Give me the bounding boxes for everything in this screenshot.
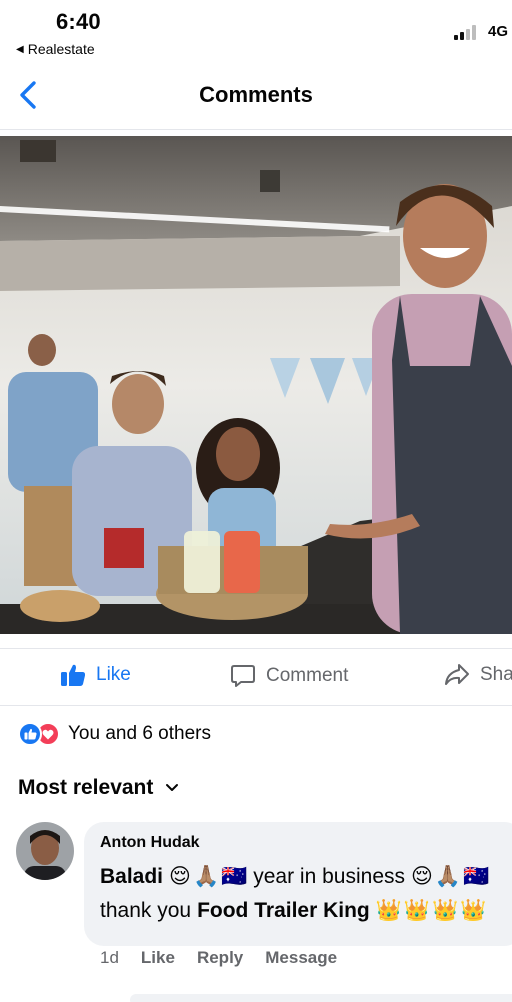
comment-label: Comment <box>266 665 349 686</box>
network-type: 4G <box>488 23 509 40</box>
crown-icon: 👑 <box>403 899 431 922</box>
chevron-down-icon <box>166 784 179 791</box>
comment-sort-dropdown[interactable]: Most relevant <box>18 776 179 800</box>
comment-button[interactable]: Comment <box>230 663 348 689</box>
crown-icon: 👑 <box>432 899 459 922</box>
share-arrow-icon <box>445 664 469 685</box>
avatar[interactable] <box>16 822 74 880</box>
thumbs-up-icon <box>61 664 86 686</box>
reaction-count-text: You and 6 others <box>68 723 211 744</box>
post-action-bar: Like Comment Share <box>0 648 512 706</box>
commenter-avatar-image <box>16 822 74 880</box>
back-to-app-link[interactable]: ◀ Realestate <box>16 41 95 57</box>
relieved-face-icon: 😌 <box>169 865 191 888</box>
comment-text-b: year in business <box>253 864 405 888</box>
next-comment-bubble <box>130 994 512 1002</box>
australia-flag-icon: 🇦🇺 <box>463 864 490 888</box>
post-photo[interactable] <box>0 136 512 634</box>
nav-bar: Comments <box>0 64 512 130</box>
comment-time: 1d <box>100 948 119 967</box>
crown-emoji-group: 👑 👑 👑 👑 <box>376 899 487 923</box>
like-reaction-icon <box>18 722 42 746</box>
tagged-page-baladi[interactable]: Baladi <box>100 865 163 889</box>
status-time: 6:40 <box>56 9 101 34</box>
praying-hands-icon: 🙏🏽 <box>192 864 220 888</box>
reaction-summary[interactable]: You and 6 others <box>18 722 211 746</box>
praying-hands-icon: 🙏🏽 <box>434 864 462 888</box>
emoji-group-1: 😌 🙏🏽 🇦🇺 <box>169 864 247 889</box>
crown-icon: 👑 <box>375 899 402 922</box>
comment-bubble[interactable]: Anton Hudak Baladi 😌 🙏🏽 🇦🇺 year in busin… <box>84 822 512 946</box>
comment-author[interactable]: Anton Hudak <box>100 834 508 852</box>
share-button[interactable]: Share <box>444 663 512 687</box>
comment-line-2: thank you Food Trailer King 👑 👑 👑 👑 <box>100 899 508 923</box>
back-app-label: Realestate <box>27 41 95 57</box>
comment-reply-button[interactable]: Reply <box>197 948 243 968</box>
comment-like-button[interactable]: Like <box>141 948 175 968</box>
australia-flag-icon: 🇦🇺 <box>221 864 248 888</box>
signal-strength-icon <box>454 24 476 40</box>
comment-message-button[interactable]: Message <box>265 948 337 968</box>
relieved-face-icon: 😌 <box>411 865 433 888</box>
status-bar: 6:40 ◀ Realestate 4G <box>0 0 512 64</box>
emoji-group-2: 😌 🙏🏽 🇦🇺 <box>411 864 489 889</box>
sort-label: Most relevant <box>18 776 154 799</box>
like-button[interactable]: Like <box>60 663 131 687</box>
tagged-page-food-trailer-king[interactable]: Food Trailer King <box>197 899 370 923</box>
share-label: Share <box>480 664 512 685</box>
comment-bubble-icon <box>231 665 255 687</box>
comment-line-1: Baladi 😌 🙏🏽 🇦🇺 year in business 😌 🙏🏽 🇦🇺 <box>100 864 508 889</box>
like-label: Like <box>96 664 131 685</box>
crown-icon: 👑 <box>460 899 487 922</box>
back-triangle-icon: ◀ <box>16 43 24 55</box>
food-truck-scene-image <box>0 136 512 634</box>
page-title: Comments <box>199 82 313 107</box>
comment-text-c: thank you <box>100 899 192 922</box>
comment-meta: 1d Like Reply Message <box>100 948 337 968</box>
